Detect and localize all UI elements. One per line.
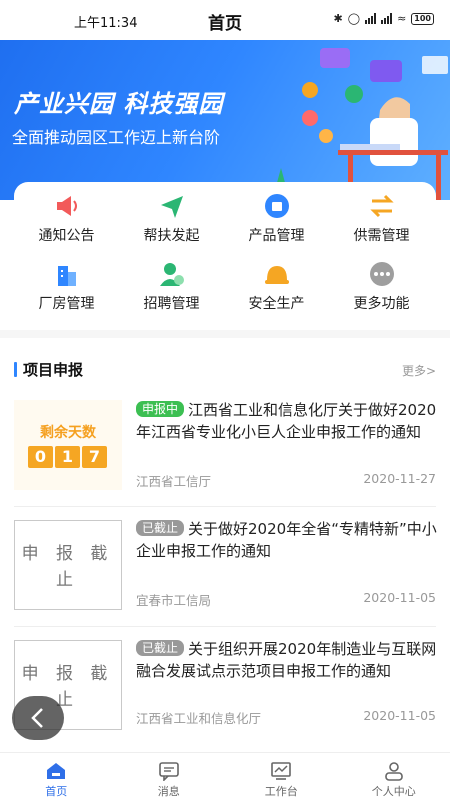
countdown-digits: 0 1 7: [28, 446, 107, 468]
project-title: 已截止 关于做好2020年全省“专精特新”中小企业申报工作的通知: [136, 518, 438, 562]
tab-label: 消息: [157, 785, 180, 798]
home-icon: [47, 763, 66, 779]
menu-item-recruit[interactable]: 招聘管理: [119, 260, 224, 313]
send-icon: [160, 196, 183, 218]
tab-home[interactable]: 首页: [0, 753, 113, 800]
menu-item-supply[interactable]: 供需管理: [329, 192, 434, 245]
list-separator: [14, 506, 436, 507]
menu-item-safety[interactable]: 安全生产: [224, 260, 329, 313]
closed-label: 申 报 截 止: [21, 544, 114, 590]
tab-workbench[interactable]: 工作台: [225, 753, 338, 800]
menu-label: 帮扶发起: [143, 228, 200, 244]
menu-item-more[interactable]: 更多功能: [329, 260, 434, 313]
project-date: 2020-11-05: [363, 590, 436, 605]
tab-label: 首页: [45, 785, 68, 798]
bottom-tab-bar: 首页 消息 工作台 个人中心: [0, 752, 450, 800]
banner-title: 产业兴园 科技强园: [14, 90, 224, 118]
status-icons: ✱ ◯ ≈ 100: [334, 12, 434, 25]
signal-icon-2: [381, 13, 393, 24]
menu-label: 安全生产: [248, 296, 305, 312]
project-date: 2020-11-05: [363, 708, 436, 723]
closed-thumbnail: 申 报 截 止: [14, 520, 122, 610]
countdown-thumbnail: 剩余天数 0 1 7: [14, 400, 122, 490]
chevron-left-icon: [31, 708, 43, 728]
tab-label: 工作台: [264, 785, 298, 798]
more-link[interactable]: 更多>: [402, 362, 436, 379]
project-title: 申报中 江西省工业和信息化厅关于做好2020年江西省专业化小巨人企业申报工作的通知: [136, 399, 438, 443]
message-icon: [158, 762, 179, 781]
remaining-days-label: 剩余天数: [40, 425, 96, 441]
section-divider: [0, 330, 450, 338]
countdown-digit: 0: [28, 446, 53, 468]
back-button[interactable]: [12, 696, 64, 740]
menu-label: 更多功能: [353, 296, 410, 312]
menu-item-product[interactable]: 产品管理: [224, 192, 329, 245]
menu-item-factory[interactable]: 厂房管理: [14, 260, 119, 313]
status-badge: 已截止: [136, 520, 185, 536]
status-badge: 已截止: [136, 640, 185, 656]
menu-item-assist[interactable]: 帮扶发起: [119, 192, 224, 245]
tab-label: 个人中心: [371, 785, 416, 798]
menu-label: 供需管理: [353, 228, 410, 244]
battery-icon: 100: [411, 12, 434, 25]
project-item[interactable]: 申 报 截 止 已截止 关于做好2020年全省“专精特新”中小企业申报工作的通知 …: [0, 516, 450, 631]
menu-item-notice[interactable]: 通知公告: [14, 192, 119, 245]
menu-label: 招聘管理: [143, 296, 200, 312]
project-item[interactable]: 申 报 截 止 已截止 关于组织开展2020年制造业与互联网融合发展试点示范项目申…: [0, 636, 450, 751]
helmet-icon: [264, 266, 289, 284]
list-separator: [14, 626, 436, 627]
profile-icon: [384, 762, 403, 781]
project-date: 2020-11-27: [363, 471, 436, 486]
project-item[interactable]: 剩余天数 0 1 7 申报中 江西省工业和信息化厅关于做好2020年江西省专业化小…: [0, 396, 450, 511]
recruit-icon: [159, 263, 184, 286]
signal-icon: [365, 13, 377, 24]
menu-label: 厂房管理: [38, 296, 95, 312]
function-menu: 通知公告 帮扶发起 产品管理 供需管理 厂房管理 招聘管理 安全生产 更多功能: [14, 182, 436, 324]
megaphone-icon: [56, 196, 77, 216]
tab-profile[interactable]: 个人中心: [338, 753, 450, 800]
wifi-icon: ≈: [397, 12, 407, 25]
bluetooth-icon: ✱: [333, 12, 343, 25]
project-source: 江西省工业和信息化厅: [136, 711, 262, 726]
menu-label: 产品管理: [248, 228, 305, 244]
project-source: 宜春市工信局: [136, 593, 212, 608]
workbench-icon: [271, 762, 292, 780]
status-badge: 申报中: [136, 401, 185, 417]
banner[interactable]: 产业兴园 科技强园 全面推动园区工作迈上新台阶: [0, 40, 450, 200]
exchange-icon: [369, 194, 394, 218]
section-accent-bar: [14, 362, 17, 377]
menu-label: 通知公告: [38, 228, 95, 244]
alarm-icon: ◯: [347, 12, 361, 25]
section-title: 项目申报: [23, 361, 84, 379]
countdown-digit: 1: [55, 446, 80, 468]
building-icon: [57, 266, 76, 286]
project-source: 江西省工信厅: [136, 474, 212, 489]
project-title: 已截止 关于组织开展2020年制造业与互联网融合发展试点示范项目申报工作的通知: [136, 638, 438, 682]
banner-subtitle: 全面推动园区工作迈上新台阶: [12, 128, 221, 147]
status-bar: 上午11:34 首页 ✱ ◯ ≈ 100: [0, 0, 450, 40]
tab-messages[interactable]: 消息: [113, 753, 226, 800]
more-icon: [369, 262, 394, 286]
product-icon: [264, 194, 289, 218]
banner-illustration: [266, 48, 448, 200]
countdown-digit: 7: [82, 446, 107, 468]
